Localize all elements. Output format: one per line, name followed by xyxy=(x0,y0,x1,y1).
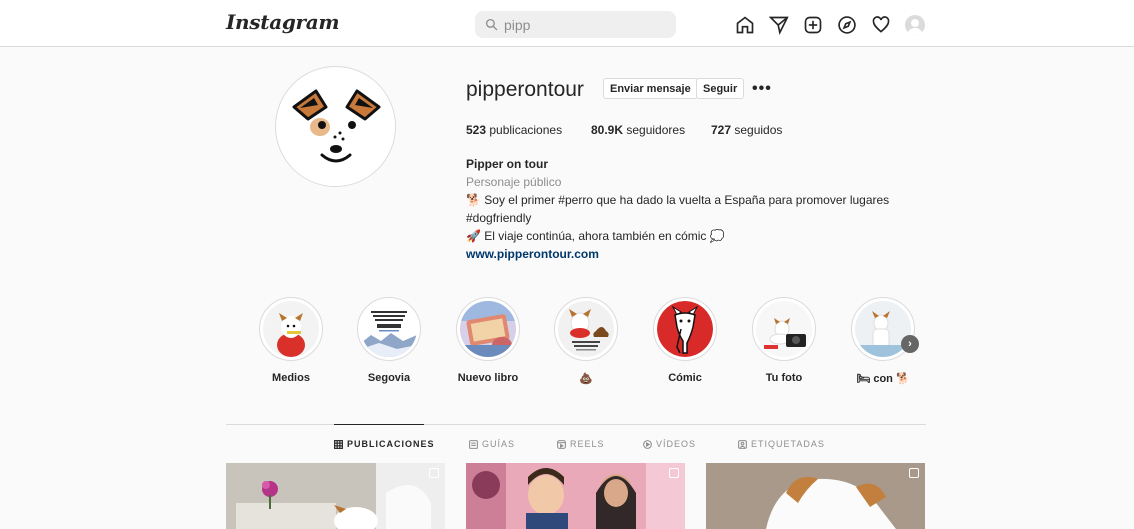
highlight-nuevo-libro[interactable]: Nuevo libro xyxy=(456,297,520,384)
highlight-label: 💩 xyxy=(579,373,593,385)
stat-followers[interactable]: 80.9K seguidores xyxy=(591,123,685,137)
search-icon xyxy=(485,18,498,31)
new-post-icon[interactable] xyxy=(802,14,824,36)
home-icon[interactable] xyxy=(734,14,756,36)
video-play-icon xyxy=(643,439,652,449)
highlight-label: Segovia xyxy=(367,372,411,384)
post-thumbnail[interactable] xyxy=(466,463,685,529)
profile-avatar-icon[interactable] xyxy=(904,14,926,36)
highlight-label: Tu foto xyxy=(765,372,803,384)
active-tab-indicator xyxy=(334,424,424,425)
tagged-icon xyxy=(738,439,747,449)
bio-line: 🚀 El viaje continúa, ahora también en có… xyxy=(466,229,725,243)
follow-button[interactable]: Seguir xyxy=(696,78,745,99)
direct-message-icon[interactable] xyxy=(768,14,790,36)
highlight-tu-foto[interactable]: Tu foto xyxy=(752,297,816,384)
stat-posts: 523 publicaciones xyxy=(466,123,563,137)
tab-publicaciones[interactable]: PUBLICACIONES xyxy=(334,439,435,449)
multiple-images-icon xyxy=(909,468,919,478)
highlight-poop[interactable]: 💩 xyxy=(554,297,618,385)
highlight-medios[interactable]: Medios xyxy=(259,297,323,384)
post-thumbnail[interactable] xyxy=(706,463,925,529)
highlight-label: Medios xyxy=(272,372,310,384)
highlights-next-arrow-icon[interactable]: › xyxy=(901,335,919,353)
guide-icon xyxy=(469,439,478,449)
tab-etiquetadas[interactable]: ETIQUETADAS xyxy=(738,439,825,449)
multiple-images-icon xyxy=(429,468,439,478)
tabs-divider xyxy=(226,424,926,425)
search-input[interactable] xyxy=(504,16,664,33)
tab-videos[interactable]: VÍDEOS xyxy=(643,439,696,449)
top-navigation-bar: Instagram xyxy=(0,0,1134,47)
reels-icon xyxy=(557,439,566,449)
activity-heart-icon[interactable] xyxy=(870,14,892,36)
stat-following[interactable]: 727 seguidos xyxy=(711,123,782,137)
search-box[interactable] xyxy=(475,11,676,38)
bio-hashtag[interactable]: #dogfriendly xyxy=(466,211,531,225)
highlight-label: Nuevo libro xyxy=(457,372,519,384)
bio-full-name: Pipper on tour xyxy=(466,157,548,171)
grid-icon xyxy=(334,439,343,449)
instagram-logo[interactable]: Instagram xyxy=(226,10,340,34)
highlight-segovia[interactable]: Segovia xyxy=(357,297,421,384)
highlight-label: 🛏 con 🐕 xyxy=(856,373,910,385)
highlight-label: Cómic xyxy=(668,372,702,384)
more-options-icon[interactable]: ••• xyxy=(752,80,772,98)
post-thumbnail[interactable] xyxy=(226,463,445,529)
profile-picture[interactable] xyxy=(275,66,396,187)
explore-icon[interactable] xyxy=(836,14,858,36)
bio-line: 🐕 Soy el primer #perro que ha dado la vu… xyxy=(466,193,890,207)
send-message-button[interactable]: Enviar mensaje xyxy=(603,78,698,99)
bio-category: Personaje público xyxy=(466,175,562,189)
highlight-comic[interactable]: Cómic xyxy=(653,297,717,384)
tab-guias[interactable]: GUÍAS xyxy=(469,439,515,449)
tab-reels[interactable]: REELS xyxy=(557,439,605,449)
nav-icons xyxy=(734,14,926,36)
multiple-images-icon xyxy=(669,468,679,478)
profile-username: pipperontour xyxy=(466,78,584,101)
bio-website-link[interactable]: www.pipperontour.com xyxy=(466,247,599,261)
